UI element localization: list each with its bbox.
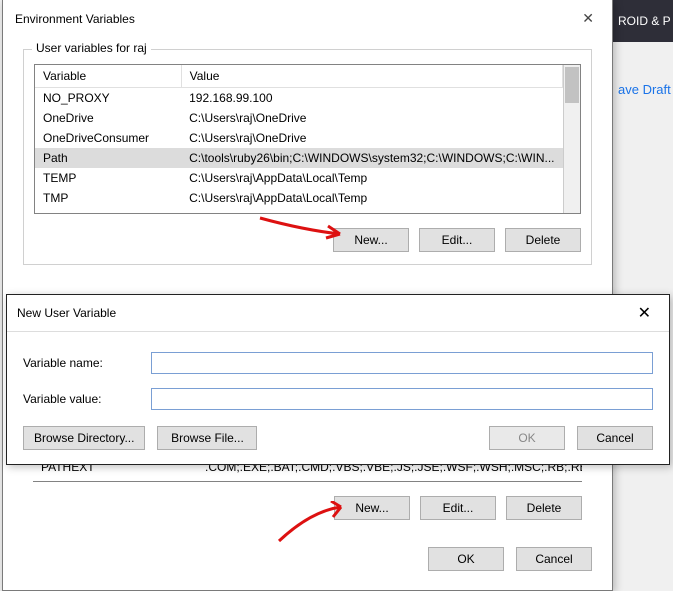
user-variables-table[interactable]: Variable Value NO_PROXY192.168.99.100One… [34, 64, 581, 214]
system-delete-button[interactable]: Delete [506, 496, 582, 520]
table-row[interactable]: TMPC:\Users\raj\AppData\Local\Temp [35, 188, 563, 208]
variable-value-input[interactable] [151, 388, 653, 410]
var-value-cell: C:\Users\raj\OneDrive [181, 108, 562, 128]
var-name-cell: OneDriveConsumer [35, 128, 181, 148]
column-header-variable[interactable]: Variable [35, 65, 181, 88]
variable-name-label: Variable name: [23, 356, 151, 370]
browse-file-button[interactable]: Browse File... [157, 426, 257, 450]
user-delete-button[interactable]: Delete [505, 228, 581, 252]
nv-ok-button: OK [489, 426, 565, 450]
scrollbar[interactable] [563, 65, 580, 213]
var-name-cell: TEMP [35, 168, 181, 188]
nv-cancel-button[interactable]: Cancel [577, 426, 653, 450]
background-header-text: ROID & P [618, 14, 671, 28]
dialog-ok-button[interactable]: OK [428, 547, 504, 571]
nv-title: New User Variable [17, 306, 116, 320]
close-icon[interactable]: ✕ [628, 301, 661, 325]
table-row[interactable]: PathC:\tools\ruby26\bin;C:\WINDOWS\syste… [35, 148, 563, 168]
table-row[interactable]: OneDriveConsumerC:\Users\raj\OneDrive [35, 128, 563, 148]
scrollbar-thumb[interactable] [565, 67, 579, 103]
dialog-titlebar: Environment Variables ✕ [3, 0, 612, 43]
var-value-cell: 192.168.99.100 [181, 88, 562, 109]
var-name-cell: OneDrive [35, 108, 181, 128]
dialog-title: Environment Variables [15, 12, 135, 26]
user-edit-button[interactable]: Edit... [419, 228, 495, 252]
var-name-cell: NO_PROXY [35, 88, 181, 109]
var-value-cell: C:\Users\raj\AppData\Local\Temp [181, 168, 562, 188]
background-header: ROID & P [612, 0, 673, 42]
variable-value-label: Variable value: [23, 392, 151, 406]
user-variables-label: User variables for raj [32, 41, 151, 55]
browse-directory-button[interactable]: Browse Directory... [23, 426, 145, 450]
system-edit-button[interactable]: Edit... [420, 496, 496, 520]
dialog-cancel-button[interactable]: Cancel [516, 547, 592, 571]
save-draft-link[interactable]: ave Draft [618, 82, 671, 97]
table-row[interactable]: OneDriveC:\Users\raj\OneDrive [35, 108, 563, 128]
column-header-value[interactable]: Value [181, 65, 562, 88]
variable-name-input[interactable] [151, 352, 653, 374]
var-value-cell: C:\tools\ruby26\bin;C:\WINDOWS\system32;… [181, 148, 562, 168]
system-new-button[interactable]: New... [334, 496, 410, 520]
close-icon[interactable]: ✕ [574, 8, 602, 29]
table-row[interactable]: NO_PROXY192.168.99.100 [35, 88, 563, 109]
var-value-cell: C:\Users\raj\OneDrive [181, 128, 562, 148]
nv-titlebar: New User Variable ✕ [7, 295, 669, 332]
new-user-variable-dialog: New User Variable ✕ Variable name: Varia… [6, 294, 670, 465]
var-name-cell: TMP [35, 188, 181, 208]
user-variables-group: User variables for raj Variable Value NO… [23, 49, 592, 265]
var-name-cell: Path [35, 148, 181, 168]
user-new-button[interactable]: New... [333, 228, 409, 252]
table-row[interactable]: TEMPC:\Users\raj\AppData\Local\Temp [35, 168, 563, 188]
var-value-cell: C:\Users\raj\AppData\Local\Temp [181, 188, 562, 208]
